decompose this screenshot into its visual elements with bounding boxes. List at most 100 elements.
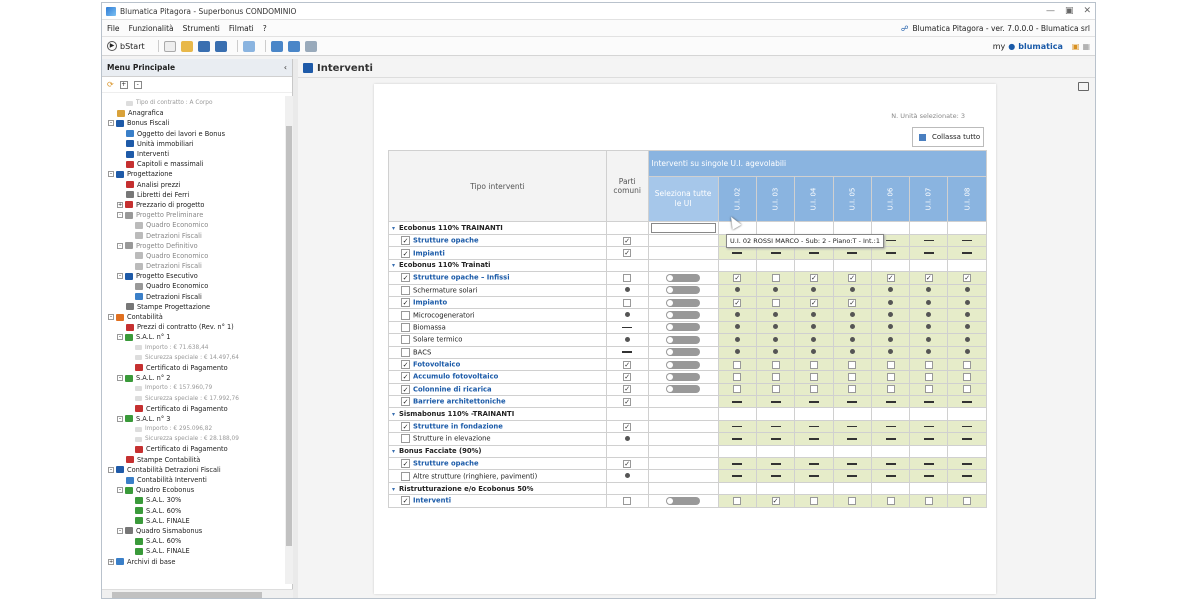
tree-item[interactable]: Prezzi di contratto (Rev. n° 1) — [102, 322, 284, 332]
checked-checkbox[interactable]: ✓ — [623, 360, 632, 369]
tree-item[interactable]: – Quadro Sismabonus — [102, 526, 284, 536]
intervention-row[interactable]: ✓ Fotovoltaico ✓ — [388, 357, 987, 372]
tree-item[interactable]: Certificato di Pagamento — [102, 363, 284, 373]
chevron-down-icon[interactable]: ▾ — [392, 411, 395, 418]
empty-checkbox[interactable] — [809, 496, 818, 505]
intervention-label[interactable]: Fotovoltaico — [413, 361, 460, 369]
col-unit[interactable]: U.I. 08 — [947, 176, 987, 222]
expand-node-icon[interactable]: + — [108, 558, 114, 565]
intervention-checkbox[interactable]: ✓ — [401, 384, 410, 394]
intervention-checkbox[interactable]: ✓ — [401, 298, 410, 308]
select-all-toggle[interactable] — [666, 348, 701, 357]
collapse-all-button[interactable]: Collassa tutto — [912, 127, 984, 147]
empty-checkbox[interactable] — [733, 496, 742, 505]
intervention-label[interactable]: Strutture opache — [413, 460, 479, 468]
tree-item[interactable]: S.A.L. FINALE — [102, 516, 284, 526]
intervention-row[interactable]: Solare termico — [388, 333, 987, 347]
empty-checkbox[interactable] — [963, 496, 972, 505]
checked-checkbox[interactable]: ✓ — [623, 236, 632, 245]
tree-item[interactable]: + Prezzario di progetto — [102, 200, 284, 210]
select-all-toggle[interactable] — [666, 372, 701, 381]
open-folder-icon[interactable] — [180, 40, 193, 52]
tree-vertical-scrollbar[interactable] — [285, 96, 293, 584]
group-row[interactable]: ▾ Ristrutturazione e/o Ecobonus 50% — [388, 481, 987, 496]
col-unit[interactable]: U.I. 06 — [870, 176, 911, 222]
checked-checkbox[interactable]: ✓ — [963, 273, 972, 282]
forward-icon[interactable] — [304, 40, 317, 52]
tree-item[interactable]: – Progetto Esecutivo — [102, 271, 284, 281]
intervention-row[interactable]: ✓ Accumulo fotovoltaico ✓ — [388, 370, 987, 384]
col-unit[interactable]: U.I. 04 — [794, 176, 834, 222]
checked-checkbox[interactable]: ✓ — [848, 298, 857, 307]
refresh-icon[interactable]: ⟳ — [107, 80, 114, 89]
new-file-icon[interactable] — [163, 40, 176, 52]
empty-checkbox[interactable] — [771, 273, 780, 282]
tree-item[interactable]: S.A.L. FINALE — [102, 546, 284, 556]
intervention-row[interactable]: ✓ Strutture opache ✓ — [388, 233, 987, 248]
intervention-checkbox[interactable] — [401, 285, 410, 295]
intervention-checkbox[interactable]: ✓ — [401, 372, 410, 382]
tree-item[interactable]: Analisi prezzi — [102, 180, 284, 190]
save-icon[interactable] — [197, 40, 210, 52]
intervention-row[interactable]: ✓ Interventi ✓ — [388, 494, 987, 508]
intervention-checkbox[interactable] — [401, 310, 410, 320]
intervention-row[interactable]: ✓ Impianti ✓ — [388, 246, 987, 260]
intervention-row[interactable]: ✓ Strutture opache ✓ — [388, 457, 987, 471]
checked-checkbox[interactable]: ✓ — [623, 459, 632, 468]
select-all-toggle[interactable] — [666, 273, 701, 282]
empty-checkbox[interactable] — [924, 496, 933, 505]
menu-funzionalita[interactable]: Funzionalità — [129, 24, 174, 33]
collapse-node-icon[interactable]: – — [108, 466, 114, 473]
brand-name[interactable]: blumatica — [1018, 42, 1063, 51]
collapse-node-icon[interactable]: – — [108, 120, 114, 127]
intervention-row[interactable]: Schermature solari — [388, 283, 987, 297]
tree-item[interactable]: + Archivi di base — [102, 556, 284, 566]
checked-checkbox[interactable]: ✓ — [623, 397, 632, 406]
tree-item[interactable]: Stampe Progettazione — [102, 302, 284, 312]
select-all-toggle[interactable] — [666, 286, 701, 295]
menu-filmati[interactable]: Filmati — [229, 24, 254, 33]
collapse-node-icon[interactable]: – — [117, 273, 123, 280]
checked-checkbox[interactable]: ✓ — [809, 298, 818, 307]
tree-item[interactable]: Certificato di Pagamento — [102, 444, 284, 454]
minimize-icon[interactable]: — — [1046, 6, 1055, 16]
intervention-checkbox[interactable] — [401, 335, 410, 345]
empty-checkbox[interactable] — [848, 496, 857, 505]
tree-item[interactable]: – Contabilità — [102, 312, 284, 322]
tree-item[interactable]: Quadro Economico — [102, 281, 284, 291]
empty-checkbox[interactable] — [924, 385, 933, 394]
empty-checkbox[interactable] — [733, 372, 742, 381]
empty-checkbox[interactable] — [733, 360, 742, 369]
empty-checkbox[interactable] — [771, 360, 780, 369]
checked-checkbox[interactable]: ✓ — [924, 273, 933, 282]
tree-item[interactable]: Libretti dei Ferri — [102, 190, 284, 200]
tree-item[interactable]: – S.A.L. n° 3 — [102, 414, 284, 424]
tree-item[interactable]: Quadro Economico — [102, 220, 284, 230]
tree-item[interactable]: – Quadro Ecobonus — [102, 485, 284, 495]
empty-checkbox[interactable] — [848, 372, 857, 381]
intervention-label[interactable]: Strutture opache — [413, 237, 479, 245]
menu-file[interactable]: File — [107, 24, 120, 33]
collapse-node-icon[interactable]: – — [117, 375, 123, 382]
home-icon[interactable] — [287, 40, 300, 52]
intervention-checkbox[interactable]: ✓ — [401, 273, 410, 283]
select-all-toggle[interactable] — [666, 298, 701, 307]
tree-item[interactable]: – S.A.L. n° 1 — [102, 332, 284, 342]
intervention-row[interactable]: ✓ Colonnine di ricarica ✓ — [388, 382, 987, 397]
intervention-label[interactable]: Strutture in fondazione — [413, 423, 503, 431]
intervention-label[interactable]: Barriere architettoniche — [413, 398, 506, 406]
collapse-node-icon[interactable]: – — [117, 334, 123, 341]
empty-checkbox[interactable] — [924, 360, 933, 369]
close-icon[interactable]: ✕ — [1083, 6, 1091, 16]
settings-icon[interactable]: ▦ — [1082, 42, 1090, 51]
tree-item[interactable]: Oggetto dei lavori e Bonus — [102, 129, 284, 139]
empty-checkbox[interactable] — [771, 385, 780, 394]
empty-checkbox[interactable] — [963, 372, 972, 381]
print-preview-icon[interactable] — [1078, 82, 1089, 91]
intervention-label[interactable]: Impianti — [413, 249, 445, 257]
empty-checkbox[interactable] — [733, 385, 742, 394]
chevron-down-icon[interactable]: ▾ — [392, 448, 395, 455]
chevron-down-icon[interactable]: ▾ — [392, 225, 395, 232]
empty-checkbox[interactable] — [924, 372, 933, 381]
empty-checkbox[interactable] — [848, 360, 857, 369]
